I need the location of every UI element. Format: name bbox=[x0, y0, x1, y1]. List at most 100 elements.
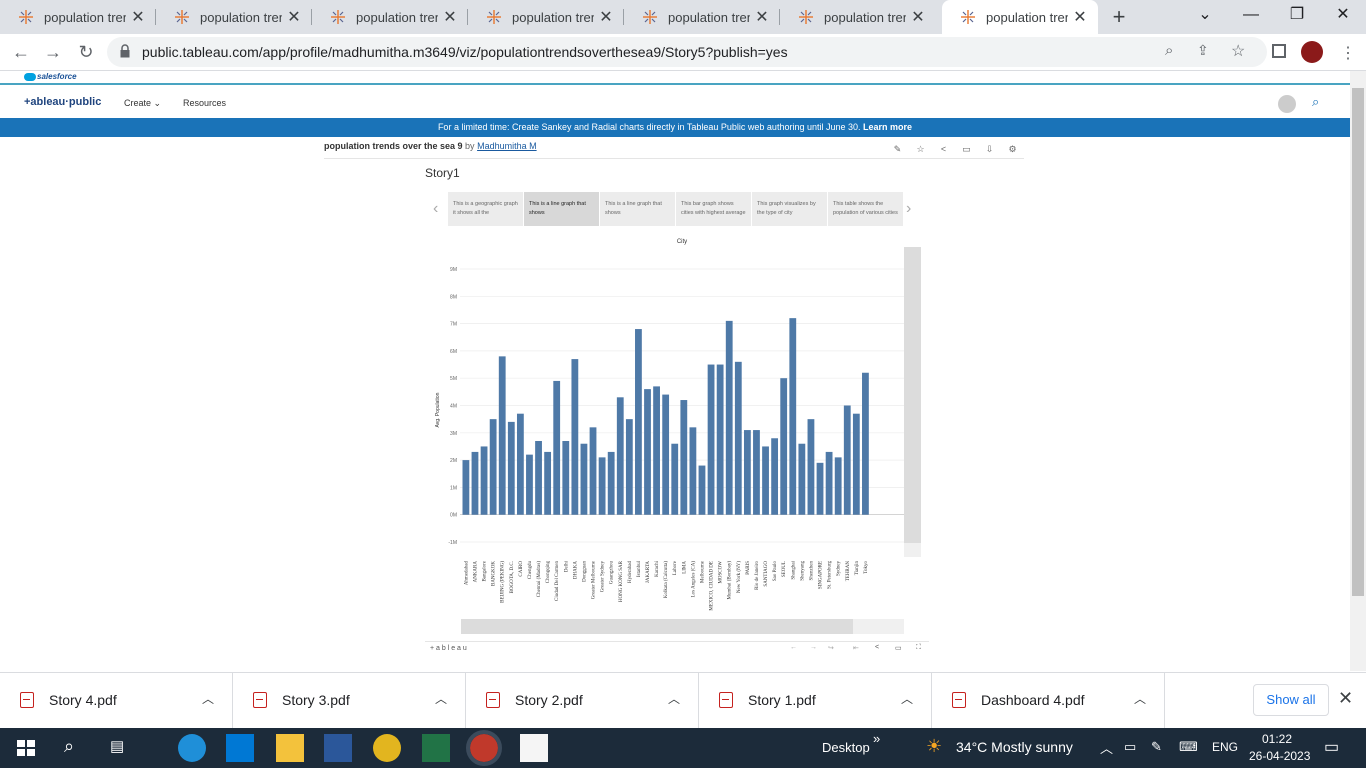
pause-icon[interactable]: ⇤ bbox=[853, 644, 859, 652]
download-item[interactable]: Story 2.pdf ︿ bbox=[466, 673, 699, 729]
comment-icon[interactable]: ▭ bbox=[961, 144, 972, 155]
desktop-toolbar-label[interactable]: Desktop bbox=[822, 740, 870, 755]
y-tick-label: 7M bbox=[450, 322, 457, 328]
store-icon[interactable] bbox=[226, 734, 254, 762]
chevron-icon[interactable]: » bbox=[873, 731, 880, 746]
language-indicator[interactable]: ENG bbox=[1212, 740, 1238, 754]
nav-resources[interactable]: Resources bbox=[183, 98, 226, 108]
keyboard-icon[interactable]: ⌨ bbox=[1179, 739, 1198, 755]
learn-more-link[interactable]: Learn more bbox=[863, 122, 912, 132]
story-point[interactable]: This bar graph shows cities with highest… bbox=[676, 192, 751, 226]
story-point[interactable]: This graph visualizes by the type of cit… bbox=[752, 192, 827, 226]
tab-search-icon[interactable]: ⌄ bbox=[1182, 0, 1228, 32]
fullscreen-icon[interactable]: ⛶ bbox=[916, 644, 921, 652]
browser-tab[interactable]: population trends ✕ bbox=[0, 0, 156, 34]
close-tab-icon[interactable]: ✕ bbox=[126, 7, 150, 27]
story-prev-arrow-icon[interactable]: ‹ bbox=[433, 200, 438, 218]
network-icon[interactable]: ▭ bbox=[1124, 739, 1136, 755]
search-icon[interactable]: ⌕ bbox=[64, 736, 74, 757]
back-button[interactable]: ← bbox=[8, 39, 34, 65]
chevron-up-icon[interactable]: ︿ bbox=[668, 690, 680, 707]
chevron-up-icon[interactable]: ︿ bbox=[435, 690, 447, 707]
story-point[interactable]: This is a geographic graph it shows all … bbox=[448, 192, 523, 226]
tableau-public-logo[interactable]: +ableau·public bbox=[24, 96, 101, 108]
share-icon[interactable]: ⇪ bbox=[1197, 42, 1209, 59]
reload-button[interactable]: ↻ bbox=[73, 39, 99, 65]
search-icon[interactable]: ⌕ bbox=[1312, 94, 1319, 110]
chevron-up-icon[interactable]: ︿ bbox=[202, 690, 214, 707]
chart-vertical-scrollbar[interactable] bbox=[904, 247, 921, 557]
download-item[interactable]: Story 3.pdf ︿ bbox=[233, 673, 466, 729]
close-tab-icon[interactable]: ✕ bbox=[906, 7, 930, 27]
chevron-up-icon[interactable]: ︿ bbox=[1134, 690, 1146, 707]
browser-tab[interactable]: population trends ✕ bbox=[624, 0, 780, 34]
forward-button[interactable]: → bbox=[40, 39, 66, 65]
revert-icon[interactable]: ↪ bbox=[828, 644, 834, 652]
excel-icon[interactable] bbox=[422, 734, 450, 762]
undo-icon[interactable]: ← bbox=[790, 644, 797, 651]
file-explorer-icon[interactable] bbox=[276, 734, 304, 762]
browser-tab[interactable]: population trends ✕ bbox=[312, 0, 468, 34]
address-bar[interactable]: public.tableau.com/app/profile/madhumith… bbox=[107, 37, 1267, 67]
nav-create[interactable]: Create ⌄ bbox=[124, 98, 161, 109]
word-icon[interactable] bbox=[324, 734, 352, 762]
browser-tab-active[interactable]: population trends ✕ bbox=[942, 0, 1098, 34]
author-link[interactable]: Madhumitha M bbox=[477, 141, 537, 151]
download-item[interactable]: Dashboard 4.pdf ︿ bbox=[932, 673, 1165, 729]
close-window-button[interactable]: ✕ bbox=[1320, 0, 1366, 32]
download-item[interactable]: Story 1.pdf ︿ bbox=[699, 673, 932, 729]
restore-button[interactable]: ❐ bbox=[1274, 0, 1320, 32]
clock-time[interactable]: 01:22 bbox=[1262, 732, 1292, 746]
chart-horizontal-scrollbar[interactable] bbox=[461, 619, 904, 634]
chrome-active-icon[interactable] bbox=[466, 730, 502, 766]
clock-date[interactable]: 26-04-2023 bbox=[1249, 749, 1310, 763]
close-tab-icon[interactable]: ✕ bbox=[438, 7, 462, 27]
edge-icon[interactable] bbox=[178, 734, 206, 762]
edit-icon[interactable]: ✎ bbox=[892, 144, 903, 155]
x-tick-label: Shenyang bbox=[800, 561, 805, 581]
weather-text[interactable]: 34°C Mostly sunny bbox=[956, 739, 1073, 755]
menu-kebab-icon[interactable]: ⋮ bbox=[1340, 43, 1356, 63]
bookmark-star-icon[interactable]: ☆ bbox=[1231, 41, 1245, 61]
x-tick-label: Rio de Janeiro bbox=[755, 561, 760, 590]
chrome-icon[interactable] bbox=[373, 734, 401, 762]
tray-chevron-icon[interactable]: ︿ bbox=[1100, 738, 1113, 757]
tableau-app-icon[interactable] bbox=[520, 734, 548, 762]
browser-tab[interactable]: population trends ✕ bbox=[156, 0, 312, 34]
share-icon[interactable]: < bbox=[938, 144, 949, 155]
close-tab-icon[interactable]: ✕ bbox=[594, 7, 618, 27]
download-icon[interactable]: ⇩ bbox=[984, 144, 995, 155]
favorite-icon[interactable]: ☆ bbox=[915, 144, 926, 155]
redo-icon[interactable]: → bbox=[810, 644, 817, 651]
x-tick-label: JAKARTA bbox=[646, 561, 651, 583]
download-item[interactable]: Story 4.pdf ︿ bbox=[0, 673, 233, 729]
story-point[interactable]: This table shows the population of vario… bbox=[828, 192, 903, 226]
bar bbox=[698, 465, 706, 515]
pen-icon[interactable]: ✎ bbox=[1151, 739, 1162, 755]
side-panel-icon[interactable] bbox=[1272, 44, 1286, 58]
close-shelf-icon[interactable]: ✕ bbox=[1338, 688, 1353, 709]
browser-tab[interactable]: population trends ✕ bbox=[468, 0, 624, 34]
notifications-icon[interactable]: ▭ bbox=[1324, 737, 1339, 757]
task-view-icon[interactable]: ▤ bbox=[110, 737, 124, 755]
story-next-arrow-icon[interactable]: › bbox=[906, 200, 911, 218]
close-tab-icon[interactable]: ✕ bbox=[282, 7, 306, 27]
page-scrollbar[interactable] bbox=[1350, 71, 1366, 671]
browser-tab[interactable]: population trends ✕ bbox=[780, 0, 936, 34]
profile-avatar[interactable] bbox=[1301, 41, 1323, 63]
user-avatar-icon[interactable] bbox=[1278, 95, 1296, 113]
tableau-footer-logo[interactable]: + a b l e a u bbox=[430, 645, 467, 652]
minimize-button[interactable]: — bbox=[1228, 0, 1274, 32]
share-viz-icon[interactable]: < bbox=[875, 644, 879, 651]
zoom-icon[interactable]: ⌕ bbox=[1165, 42, 1173, 59]
story-point-selected[interactable]: This is a line graph that shows bbox=[524, 192, 599, 226]
download-viz-icon[interactable]: ▭ bbox=[895, 644, 902, 652]
close-tab-icon[interactable]: ✕ bbox=[1068, 7, 1092, 27]
new-tab-button[interactable]: + bbox=[1106, 4, 1132, 30]
windows-start-icon[interactable] bbox=[12, 734, 40, 762]
show-all-button[interactable]: Show all bbox=[1253, 684, 1329, 716]
settings-gear-icon[interactable]: ⚙ bbox=[1007, 144, 1018, 155]
story-point[interactable]: This is a line graph that shows bbox=[600, 192, 675, 226]
chevron-up-icon[interactable]: ︿ bbox=[901, 690, 913, 707]
close-tab-icon[interactable]: ✕ bbox=[750, 7, 774, 27]
